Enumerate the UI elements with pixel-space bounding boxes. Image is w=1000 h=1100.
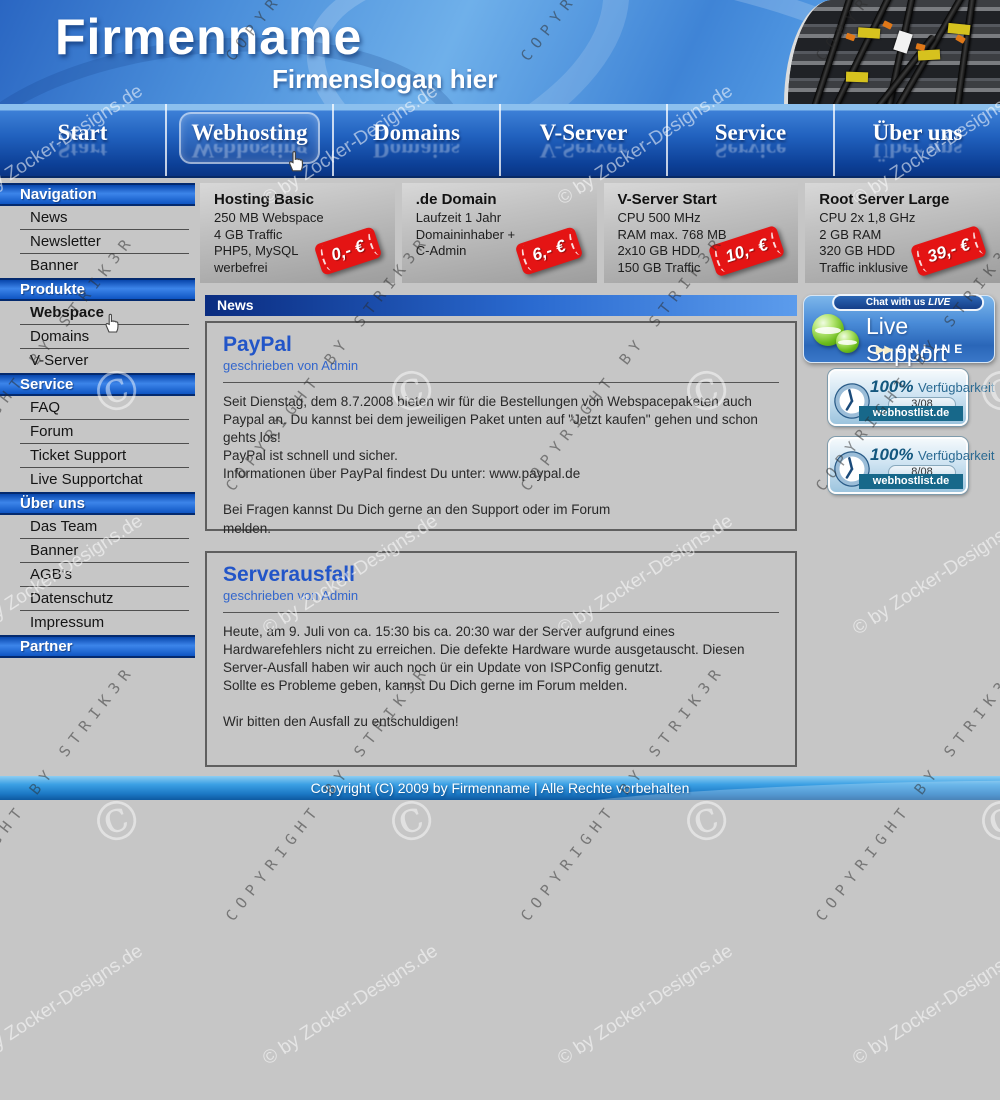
- sidebar: Navigation News Newsletter Banner Produk…: [0, 183, 195, 658]
- chat-with-us-pill: Chat with us LIVE: [832, 294, 984, 311]
- sidebar-item-das-team[interactable]: Das Team: [0, 515, 195, 539]
- nav-item-service[interactable]: Service Service: [666, 104, 833, 176]
- header-banner: Firmenname Firmenslogan hier: [0, 0, 1000, 104]
- post-title-link[interactable]: PayPal: [223, 333, 779, 357]
- product-vserver-start[interactable]: V-Server Start CPU 500 MHz RAM max. 768 …: [604, 183, 799, 283]
- nav-reflection: Domains: [334, 144, 499, 162]
- sidebar-header-produkte: Produkte: [0, 278, 195, 301]
- support-sphere-icon: [836, 330, 859, 353]
- sidebar-item-ticket-support[interactable]: Ticket Support: [0, 444, 195, 468]
- availability-label: Verfügbarkeit: [918, 448, 995, 463]
- product-boxes-row: Hosting Basic 250 MB Webspace 4 GB Traff…: [200, 183, 1000, 283]
- availability-badge-2[interactable]: 100% Verfügbarkeit 8/08 webhostlist.de: [828, 437, 968, 494]
- sidebar-item-forum[interactable]: Forum: [0, 420, 195, 444]
- nav-reflection: Start: [0, 144, 165, 162]
- badge-site-name: webhostlist.de: [859, 406, 963, 421]
- sidebar-item-agbs[interactable]: AGB's: [0, 563, 195, 587]
- watermark-brand: © by Zocker-Designs.de: [554, 941, 737, 1071]
- post-body: Heute, am 9. Juli von ca. 15:30 bis ca. …: [223, 623, 779, 731]
- live-support-title: Live Support: [866, 313, 994, 367]
- availability-percent: 100%: [870, 377, 913, 396]
- news-post-serverausfall: Serverausfall geschrieben von Admin Heut…: [205, 551, 797, 767]
- footer-bar: Copyright (C) 2009 by Firmenname | Alle …: [0, 776, 1000, 800]
- server-label: [858, 27, 881, 39]
- copyright-text: Copyright (C) 2009 by Firmenname | Alle …: [311, 780, 690, 796]
- sidebar-header-ueber-uns: Über uns: [0, 492, 195, 515]
- server-label: [846, 72, 868, 83]
- sidebar-header-navigation: Navigation: [0, 183, 195, 206]
- sidebar-item-faq[interactable]: FAQ: [0, 396, 195, 420]
- post-body: Seit Dienstag, dem 8.7.2008 bieten wir f…: [223, 393, 779, 538]
- watermark-brand: © by Zocker-Designs.de: [849, 511, 1000, 641]
- sidebar-item-impressum[interactable]: Impressum: [0, 611, 195, 635]
- nav-item-domains[interactable]: Domains Domains: [332, 104, 499, 176]
- news-section-header: News: [205, 295, 797, 316]
- sidebar-item-datenschutz[interactable]: Datenschutz: [0, 587, 195, 611]
- watermark-brand: © by Zocker-Designs.de: [259, 941, 442, 1071]
- nav-item-ueber-uns[interactable]: Über uns Über uns: [833, 104, 1000, 176]
- nav-reflection: Über uns: [835, 144, 1000, 162]
- watermark-brand: © by Zocker-Designs.de: [0, 941, 147, 1071]
- sidebar-item-vserver[interactable]: V-Server: [0, 349, 195, 373]
- page: Firmenname Firmenslogan hier Start Start: [0, 0, 1000, 1100]
- post-byline: geschrieben von Admin: [223, 588, 779, 603]
- nav-reflection: V-Server: [501, 144, 666, 162]
- sidebar-item-banner[interactable]: Banner: [0, 254, 195, 278]
- product-de-domain[interactable]: .de Domain Laufzeit 1 Jahr Domaininhaber…: [402, 183, 597, 283]
- server-label: [948, 23, 971, 35]
- product-root-server-large[interactable]: Root Server Large CPU 2x 1,8 GHz 2 GB RA…: [805, 183, 1000, 283]
- server-label: [918, 49, 940, 60]
- sidebar-item-banner2[interactable]: Banner: [0, 539, 195, 563]
- live-support-banner[interactable]: Chat with us LIVE Live Support ▶▶ONLINE: [803, 295, 995, 363]
- nav-item-start[interactable]: Start Start: [0, 104, 165, 176]
- watermark-brand: © by Zocker-Designs.de: [849, 941, 1000, 1071]
- post-byline: geschrieben von Admin: [223, 358, 779, 373]
- product-hosting-basic[interactable]: Hosting Basic 250 MB Webspace 4 GB Traff…: [200, 183, 395, 283]
- sidebar-item-news[interactable]: News: [0, 206, 195, 230]
- double-arrow-icon: ▶▶: [876, 344, 893, 356]
- site-slogan: Firmenslogan hier: [272, 64, 497, 95]
- main-navbar: Start Start Webhosting Webhosting Domain…: [0, 104, 1000, 178]
- sidebar-header-service: Service: [0, 373, 195, 396]
- nav-reflection: Webhosting: [167, 144, 332, 162]
- site-title: Firmenname: [55, 8, 362, 66]
- post-title-link[interactable]: Serverausfall: [223, 563, 779, 587]
- availability-badge-1[interactable]: 100% Verfügbarkeit 3/08 webhostlist.de: [828, 369, 968, 426]
- divider: [223, 612, 779, 613]
- server-rack-photo: [784, 0, 1000, 104]
- sidebar-item-webspace[interactable]: Webspace: [0, 301, 195, 325]
- nav-item-webhosting[interactable]: Webhosting Webhosting: [165, 104, 332, 176]
- sidebar-header-partner: Partner: [0, 635, 195, 658]
- availability-percent: 100%: [870, 445, 913, 464]
- sidebar-item-domains[interactable]: Domains: [0, 325, 195, 349]
- nav-item-vserver[interactable]: V-Server V-Server: [499, 104, 666, 176]
- online-status: ▶▶ONLINE: [876, 342, 966, 356]
- sidebar-item-live-supportchat[interactable]: Live Supportchat: [0, 468, 195, 492]
- badge-site-name: webhostlist.de: [859, 474, 963, 489]
- news-post-paypal: PayPal geschrieben von Admin Seit Dienst…: [205, 321, 797, 531]
- availability-label: Verfügbarkeit: [918, 380, 995, 395]
- divider: [223, 382, 779, 383]
- sidebar-item-newsletter[interactable]: Newsletter: [0, 230, 195, 254]
- nav-reflection: Service: [668, 144, 833, 162]
